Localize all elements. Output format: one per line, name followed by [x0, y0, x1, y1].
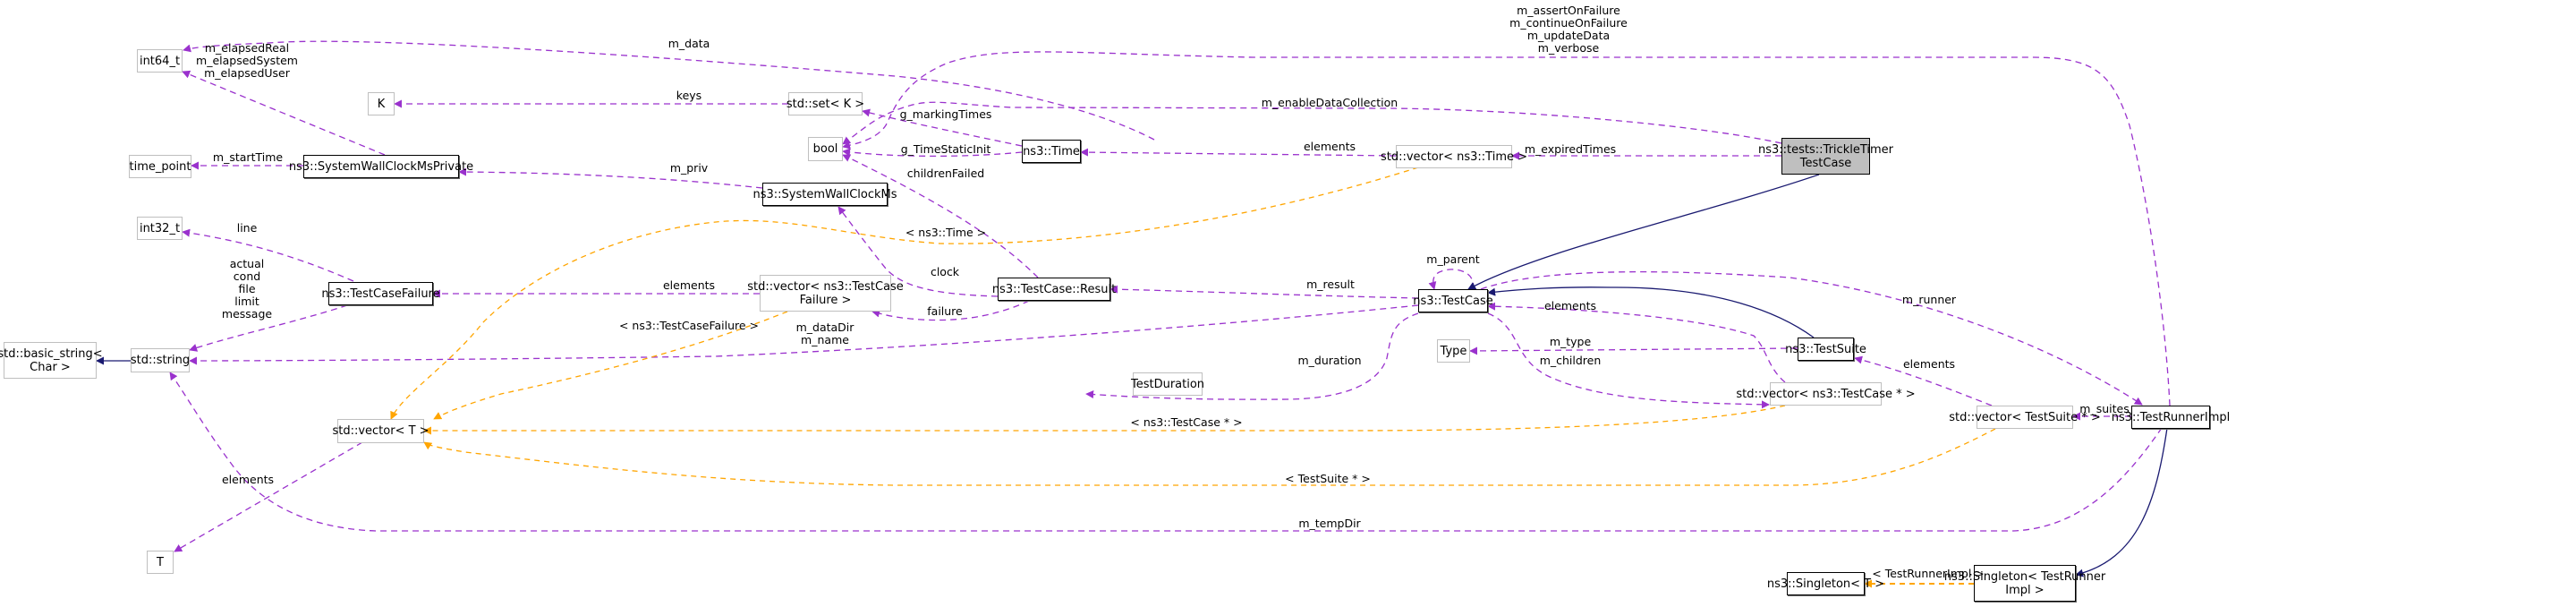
label-m-starttime: m_startTime — [212, 150, 284, 164]
label-flags: m_assertOnFailure m_continueOnFailure m_… — [1509, 4, 1628, 55]
node-vector-test-case-ptr[interactable]: std::vector< ns3::TestCase * > — [1736, 382, 1916, 406]
label-elements-time: elements — [1303, 140, 1356, 153]
label-m-expiredtimes: m_expiredTimes — [1524, 142, 1617, 156]
node-std-string[interactable]: std::string — [131, 348, 190, 372]
edge-tmpl-testsuite — [423, 428, 1996, 486]
label-m-priv: m_priv — [669, 161, 709, 175]
node-test-case-failure[interactable]: ns3::TestCaseFailure — [321, 282, 440, 305]
node-std-set-k[interactable]: std::set< K > — [786, 92, 864, 115]
edge-inherit-runner — [2075, 427, 2168, 577]
label-failure-strings: actual cond file limit message — [221, 257, 273, 321]
edge-m-data — [183, 40, 1155, 141]
node-t[interactable]: T — [147, 551, 174, 574]
node-test-runner-impl[interactable]: ns3::TestRunnerImpl — [2112, 406, 2230, 429]
node-vector-test-suite-ptr[interactable]: std::vector< TestSuite * > — [1949, 406, 2101, 429]
label-tmpl-time: < ns3::Time > — [905, 226, 987, 239]
edge-m-priv — [458, 167, 763, 189]
node-vector-test-case-failure[interactable]: std::vector< ns3::TestCase Failure > — [747, 275, 904, 312]
label-elements-failure: elements — [662, 278, 716, 292]
node-vector-t[interactable]: std::vector< T > — [332, 419, 429, 443]
label-m-enabledatacollection: m_enableDataCollection — [1261, 96, 1399, 109]
edge-elements-T — [174, 441, 363, 552]
edge-m-children — [1487, 312, 1770, 409]
label-keys: keys — [676, 89, 702, 102]
edge-m-result — [1109, 285, 1419, 299]
label-tmpl-failure: < ns3::TestCaseFailure > — [618, 319, 760, 332]
label-tmpl-testcase: < ns3::TestCase * > — [1130, 415, 1243, 429]
node-int32-t[interactable]: int32_t — [137, 217, 183, 240]
label-elements-t: elements — [221, 473, 275, 486]
node-trickle-timer-test-case: ns3::tests::TrickleTimer TestCase — [1758, 138, 1893, 175]
node-system-wall-clock-ms[interactable]: ns3::SystemWallClockMs — [752, 183, 897, 206]
edge-m-type — [1469, 346, 1798, 355]
edge-flags — [842, 51, 2171, 406]
label-clock: clock — [930, 265, 960, 278]
label-m-suites: m_suites — [2079, 402, 2130, 415]
label-line: line — [236, 221, 258, 235]
label-m-children: m_children — [1539, 354, 1602, 367]
label-elements-testsuite: elements — [1902, 357, 1956, 371]
label-tmpl-runner: < TestRunnerImpl > — [1872, 567, 1985, 580]
label-failure: failure — [927, 304, 963, 318]
edge-m-parent — [1428, 269, 1475, 290]
label-datadir-name: m_dataDir m_name — [795, 321, 854, 346]
label-m-type: m_type — [1549, 335, 1592, 348]
label-elapsed: m_elapsedReal m_elapsedSystem m_elapsedU… — [196, 41, 298, 80]
label-m-result: m_result — [1306, 278, 1355, 291]
label-m-data: m_data — [667, 37, 710, 50]
label-g-timestaticinit: g_TimeStaticInit — [900, 142, 991, 156]
node-singleton-test-runner-impl[interactable]: ns3::Singleton< TestRunner Impl > — [1944, 565, 2105, 602]
label-m-runner: m_runner — [1901, 293, 1957, 306]
node-k[interactable]: K — [368, 92, 395, 115]
label-m-parent: m_parent — [1426, 252, 1480, 266]
node-ns3-time[interactable]: ns3::Time — [1022, 140, 1081, 163]
edge-elapsed — [182, 70, 386, 156]
node-int64-t[interactable]: int64_t — [137, 49, 183, 73]
label-g-markingtimes: g_markingTimes — [899, 107, 992, 121]
edge-tmpl-time — [390, 167, 1419, 420]
label-m-duration: m_duration — [1297, 354, 1362, 367]
label-childrenfailed: childrenFailed — [906, 167, 985, 180]
edge-elements-testcase — [1487, 302, 1786, 383]
node-bool[interactable]: bool — [808, 137, 843, 161]
node-vector-ns3-time[interactable]: std::vector< ns3::Time > — [1381, 145, 1527, 168]
node-system-wall-clock-ms-private[interactable]: ns3::SystemWallClockMsPrivate — [289, 155, 473, 178]
label-tmpl-testsuite: < TestSuite * > — [1285, 472, 1371, 485]
node-singleton-t[interactable]: ns3::Singleton< T > — [1767, 572, 1884, 595]
edge-inherit-testsuite — [1487, 286, 1815, 338]
node-basic-string[interactable]: std::basic_string< Char > — [0, 342, 103, 379]
node-test-duration[interactable]: TestDuration — [1131, 372, 1204, 396]
node-test-case-result[interactable]: ns3::TestCase::Result — [992, 278, 1116, 301]
edge-tmpl-testcase — [423, 405, 1786, 435]
node-ns3-test-case[interactable]: ns3::TestCase — [1413, 289, 1493, 312]
node-ns3-test-suite[interactable]: ns3::TestSuite — [1785, 338, 1866, 361]
label-elements-testcase: elements — [1543, 299, 1597, 312]
label-m-tempdir: m_tempDir — [1298, 517, 1361, 530]
node-time-point[interactable]: time_point — [129, 155, 191, 178]
node-type[interactable]: Type — [1437, 339, 1470, 363]
